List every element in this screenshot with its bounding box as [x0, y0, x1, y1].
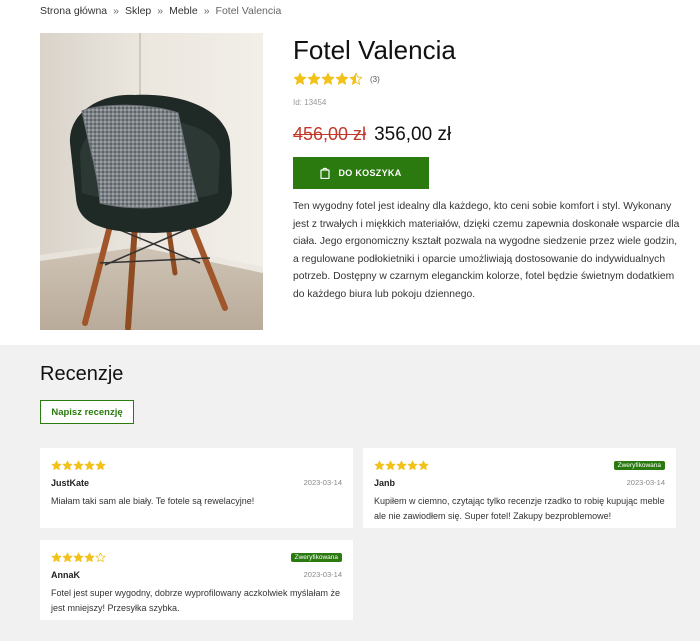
breadcrumb-furniture[interactable]: Meble	[169, 5, 198, 17]
star-icon	[84, 460, 95, 470]
star-icon	[385, 460, 396, 470]
review-author: JustKate	[51, 478, 90, 488]
star-icon	[51, 460, 62, 470]
star-icon	[62, 460, 73, 470]
star-icon	[407, 460, 418, 470]
product-rating[interactable]: (3)	[293, 70, 683, 88]
verified-badge: Zweryfikowana	[613, 461, 665, 470]
review-author: AnnaK	[51, 570, 80, 580]
old-price: 456,00 zł	[293, 124, 367, 144]
star-icon	[51, 552, 62, 562]
star-icon	[418, 460, 429, 470]
star-icon	[321, 72, 335, 85]
current-price: 356,00 zł	[374, 124, 452, 145]
review-card: Zweryfikowana Janb 2023-03-14 Kupiłem w …	[363, 448, 676, 528]
add-to-cart-label: DO KOSZYKA	[338, 168, 402, 178]
review-rating-stars	[51, 552, 106, 563]
review-date: 2023-03-14	[303, 478, 342, 487]
breadcrumb-separator: »	[157, 5, 164, 17]
star-icon	[307, 72, 321, 85]
breadcrumb-home[interactable]: Strona główna	[40, 5, 107, 17]
add-to-cart-button[interactable]: DO KOSZYKA	[293, 157, 429, 189]
product-image[interactable]	[40, 33, 263, 330]
breadcrumb: Strona główna » Sklep » Meble » Fotel Va…	[40, 5, 281, 17]
review-text: Kupiłem w ciemno, czytając tylko recenzj…	[374, 496, 665, 521]
product-section: Strona główna » Sklep » Meble » Fotel Va…	[0, 0, 700, 345]
review-rating-stars	[51, 460, 106, 471]
star-icon	[396, 460, 407, 470]
reviews-title: Recenzje	[40, 363, 124, 385]
breadcrumb-shop[interactable]: Sklep	[125, 5, 151, 17]
breadcrumb-current: Fotel Valencia	[215, 5, 282, 17]
review-text: Miałam taki sam ale biały. Te fotele są …	[51, 496, 255, 506]
star-icon	[293, 72, 307, 85]
review-card: Zweryfikowana AnnaK 2023-03-14 Fotel jes…	[40, 540, 353, 620]
write-review-button[interactable]: Napisz recenzję	[40, 400, 134, 424]
review-card: JustKate 2023-03-14 Miałam taki sam ale …	[40, 448, 353, 528]
star-icon	[84, 552, 95, 562]
verified-badge: Zweryfikowana	[290, 553, 342, 562]
rating-stars	[293, 72, 363, 86]
review-date: 2023-03-14	[626, 478, 665, 487]
breadcrumb-separator: »	[113, 5, 119, 17]
star-icon	[95, 460, 106, 470]
star-icon	[62, 552, 73, 562]
product-info: Fotel Valencia (3) Id: 13454 456,00 zł 3…	[293, 33, 683, 304]
star-icon	[349, 72, 363, 85]
price-block: 456,00 zł 356,00 zł	[293, 124, 683, 146]
star-icon	[73, 552, 84, 562]
review-rating-stars	[374, 460, 429, 471]
star-icon	[73, 460, 84, 470]
review-text: Fotel jest super wygodny, dobrze wyprofi…	[51, 588, 340, 613]
star-icon	[95, 552, 106, 562]
rating-count[interactable]: (3)	[370, 75, 380, 84]
shopping-bag-icon	[320, 167, 331, 179]
product-title: Fotel Valencia	[293, 35, 456, 65]
chair-photo	[40, 33, 263, 330]
star-icon	[335, 72, 349, 85]
review-date: 2023-03-14	[303, 570, 342, 579]
breadcrumb-separator: »	[203, 5, 210, 17]
product-description: Ten wygodny fotel jest idealny dla każde…	[293, 201, 680, 300]
star-icon	[374, 460, 385, 470]
product-id: Id: 13454	[293, 98, 327, 107]
reviews-section: Recenzje Napisz recenzję JustKate 2023-0…	[0, 345, 700, 641]
review-author: Janb	[374, 478, 396, 488]
